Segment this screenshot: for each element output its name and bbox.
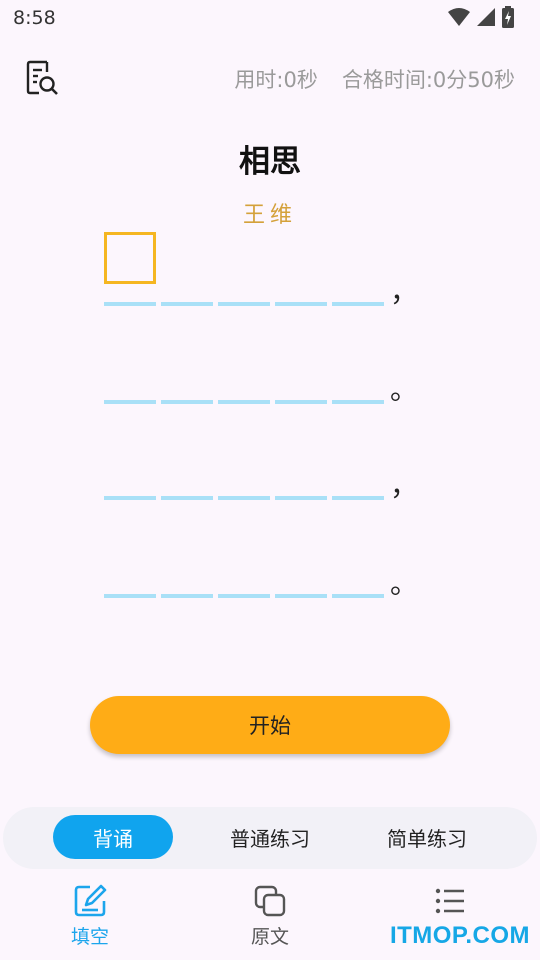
blank-cell[interactable]	[218, 496, 270, 500]
blank-cell[interactable]	[332, 400, 384, 404]
copy-icon	[254, 885, 286, 917]
blank-cell[interactable]	[332, 496, 384, 500]
list-icon	[435, 888, 464, 914]
status-icons	[448, 6, 514, 28]
battery-icon	[502, 6, 514, 28]
blank-cell[interactable]	[332, 302, 384, 306]
status-bar: 8:58	[0, 0, 540, 36]
mode-selector: 背诵 普通练习 简单练习	[3, 807, 537, 869]
blank-cell[interactable]	[104, 496, 156, 500]
status-time: 8:58	[13, 7, 56, 29]
poem-line-4: 。	[104, 528, 424, 600]
wifi-icon	[448, 8, 470, 26]
blank-cell[interactable]	[275, 594, 327, 598]
poem-line-3: ，	[104, 430, 424, 502]
used-time: 用时:0秒	[234, 68, 318, 92]
signal-icon	[477, 8, 495, 26]
pass-time: 合格时间:0分50秒	[341, 68, 515, 92]
punctuation: ，	[390, 469, 419, 502]
poem-line-2: 。	[104, 334, 424, 406]
blank-cell[interactable]	[218, 400, 270, 404]
nav-label: 原文	[250, 926, 289, 948]
blank-cell[interactable]	[161, 496, 213, 500]
nav-original-text[interactable]: 原文	[210, 884, 330, 949]
current-char-box[interactable]	[104, 232, 156, 284]
blank-cell[interactable]	[161, 400, 213, 404]
blank-cell[interactable]	[161, 302, 213, 306]
blank-cell[interactable]	[104, 400, 156, 404]
punctuation: ，	[390, 275, 419, 308]
blank-cell[interactable]	[218, 594, 270, 598]
start-button[interactable]: 开始	[90, 696, 450, 754]
blank-cell[interactable]	[332, 594, 384, 598]
punctuation: 。	[390, 373, 419, 406]
nav-fill-blank[interactable]: 填空	[30, 884, 150, 949]
blank-cell[interactable]	[275, 496, 327, 500]
mode-normal-practice[interactable]: 普通练习	[210, 815, 330, 859]
poem-line-1: ，	[104, 232, 424, 308]
review-button[interactable]	[22, 58, 62, 98]
header: 用时:0秒 合格时间:0分50秒	[0, 50, 540, 106]
document-search-icon	[26, 60, 58, 95]
watermark: ITMOP.COM	[389, 922, 530, 949]
edit-icon	[74, 884, 107, 917]
blank-cell[interactable]	[161, 594, 213, 598]
nav-list[interactable]	[390, 884, 510, 922]
nav-label: 填空	[70, 926, 109, 948]
timer: 用时:0秒 合格时间:0分50秒	[234, 64, 515, 94]
blank-cell[interactable]	[104, 594, 156, 598]
mode-simple-practice[interactable]: 简单练习	[367, 815, 487, 859]
mode-recite[interactable]: 背诵	[53, 815, 173, 859]
poem-title: 相思	[239, 144, 301, 180]
blank-cell[interactable]	[104, 302, 156, 306]
poem-author: 王维	[242, 203, 297, 228]
blank-cell[interactable]	[218, 302, 270, 306]
blank-cell[interactable]	[275, 400, 327, 404]
punctuation: 。	[390, 567, 419, 600]
blank-cell[interactable]	[275, 302, 327, 306]
